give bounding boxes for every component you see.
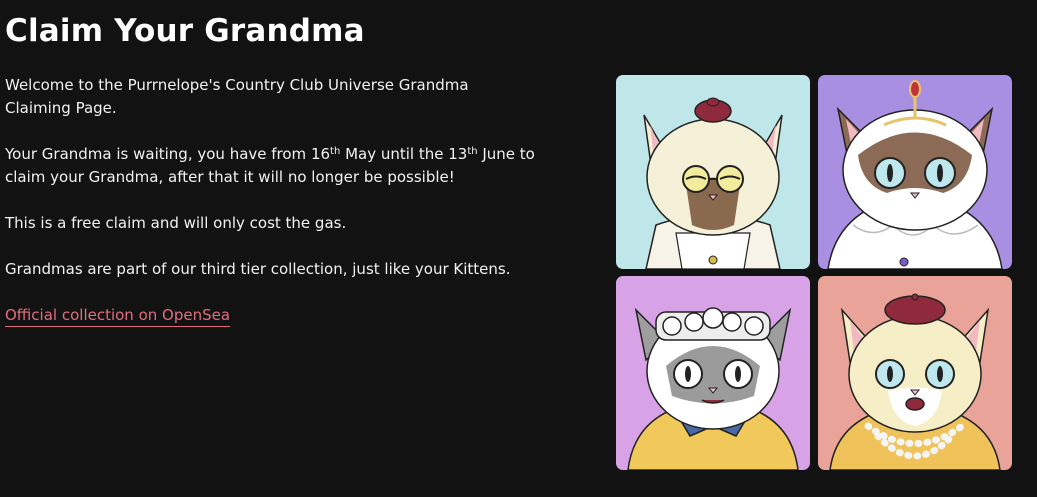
grandma-gallery <box>616 75 1012 470</box>
ordinal-suffix-2: th <box>467 146 478 157</box>
claim-page: Claim Your Grandma Welcome to the Purrne… <box>0 0 1037 497</box>
intro-text: Welcome to the Purrnelope's Country Club… <box>5 74 565 327</box>
ordinal-suffix-1: th <box>330 146 341 157</box>
grandma-cat-grey-curlers-image <box>616 276 810 470</box>
grandma-cat-cream-glasses-image <box>616 75 810 269</box>
opensea-collection-link[interactable]: Official collection on OpenSea <box>5 305 231 327</box>
waiting-text-2: May until the 13 <box>340 145 468 163</box>
tier-paragraph: Grandmas are part of our third tier coll… <box>5 260 511 278</box>
waiting-paragraph: Your Grandma is waiting, you have from 1… <box>5 143 565 189</box>
grandma-cat-brown-tiara-image <box>818 75 1012 269</box>
grandma-cat-cream-beret-pearls-image <box>818 276 1012 470</box>
waiting-text-1: Your Grandma is waiting, you have from 1… <box>5 145 331 163</box>
free-claim-paragraph: This is a free claim and will only cost … <box>5 214 347 232</box>
welcome-paragraph: Welcome to the Purrnelope's Country Club… <box>5 76 469 117</box>
page-title: Claim Your Grandma <box>5 13 365 49</box>
